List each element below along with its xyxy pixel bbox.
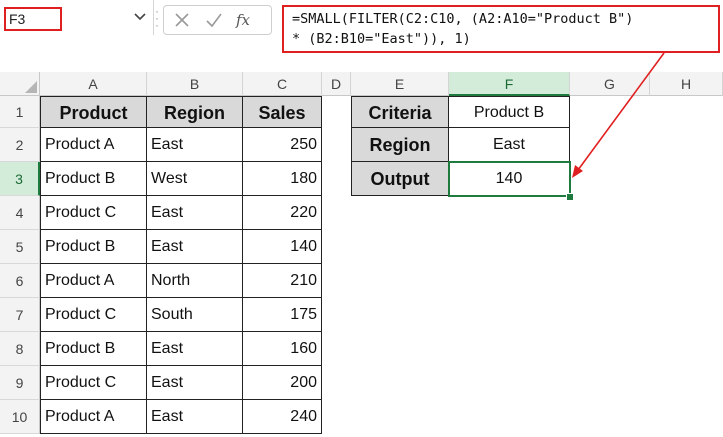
table-cell-product[interactable]: Product A (40, 264, 147, 298)
column-header-e[interactable]: E (351, 72, 449, 96)
name-box[interactable]: F3 (0, 0, 154, 35)
criteria-region-value[interactable]: East (449, 128, 570, 162)
column-header-a[interactable]: A (40, 72, 147, 96)
region-label[interactable]: Region (351, 128, 449, 162)
formula-buttons: fx (163, 5, 272, 35)
column-header-f[interactable]: F (449, 72, 570, 96)
criteria-product-value[interactable]: Product B (449, 96, 570, 128)
row-header-2[interactable]: 2 (0, 128, 40, 162)
table-cell-region[interactable]: East (147, 332, 243, 366)
table-cell-sales[interactable]: 210 (243, 264, 322, 298)
formula-input[interactable]: =SMALL(FILTER(C2:C10, (A2:A10="Product B… (282, 5, 720, 53)
table-cell-product[interactable]: Product C (40, 366, 147, 400)
table-cell-sales[interactable]: 175 (243, 298, 322, 332)
cancel-icon[interactable] (172, 10, 192, 30)
table-cell-region[interactable]: East (147, 400, 243, 434)
column-header-c[interactable]: C (243, 72, 322, 96)
row-header-1[interactable]: 1 (0, 96, 40, 128)
table-cell-sales[interactable]: 240 (243, 400, 322, 434)
table-cell-region[interactable]: East (147, 366, 243, 400)
table-cell-product[interactable]: Product B (40, 162, 147, 196)
table-cell-sales[interactable]: 160 (243, 332, 322, 366)
row-header-7[interactable]: 7 (0, 298, 40, 332)
table-header-region[interactable]: Region (147, 96, 243, 128)
table-cell-sales[interactable]: 200 (243, 366, 322, 400)
formula-text-line-1: =SMALL(FILTER(C2:C10, (A2:A10="Product B… (292, 11, 634, 27)
criteria-label[interactable]: Criteria (351, 96, 449, 128)
column-header-h[interactable]: H (650, 72, 723, 96)
resize-handle[interactable]: · · · (154, 5, 160, 31)
column-header-b[interactable]: B (147, 72, 243, 96)
output-label[interactable]: Output (351, 162, 449, 196)
output-value-cell[interactable]: 140 (449, 162, 570, 196)
table-cell-sales[interactable]: 250 (243, 128, 322, 162)
table-header-sales[interactable]: Sales (243, 96, 322, 128)
chevron-down-icon[interactable] (132, 8, 148, 24)
table-cell-product[interactable]: Product B (40, 230, 147, 264)
row-header-10[interactable]: 10 (0, 400, 40, 434)
row-header-6[interactable]: 6 (0, 264, 40, 298)
table-cell-region[interactable]: South (147, 298, 243, 332)
enter-check-icon[interactable] (204, 10, 224, 30)
formula-text-line-2: * (B2:B10="East")), 1) (292, 31, 471, 47)
row-header-8[interactable]: 8 (0, 332, 40, 366)
fill-handle[interactable] (566, 193, 574, 201)
table-cell-region[interactable]: West (147, 162, 243, 196)
select-all-corner[interactable] (0, 72, 40, 96)
row-header-3[interactable]: 3 (0, 162, 40, 196)
table-cell-product[interactable]: Product B (40, 332, 147, 366)
table-cell-region[interactable]: East (147, 230, 243, 264)
column-header-g[interactable]: G (570, 72, 650, 96)
table-cell-region[interactable]: North (147, 264, 243, 298)
name-box-value[interactable]: F3 (4, 7, 62, 31)
select-all-icon[interactable] (25, 81, 37, 93)
row-header-5[interactable]: 5 (0, 230, 40, 264)
row-header-4[interactable]: 4 (0, 196, 40, 230)
table-cell-region[interactable]: East (147, 128, 243, 162)
table-cell-product[interactable]: Product A (40, 128, 147, 162)
table-cell-product[interactable]: Product A (40, 400, 147, 434)
column-header-d[interactable]: D (322, 72, 351, 96)
table-cell-product[interactable]: Product C (40, 196, 147, 230)
table-cell-sales[interactable]: 180 (243, 162, 322, 196)
table-cell-sales[interactable]: 220 (243, 196, 322, 230)
table-header-product[interactable]: Product (40, 96, 147, 128)
table-cell-sales[interactable]: 140 (243, 230, 322, 264)
row-header-9[interactable]: 9 (0, 366, 40, 400)
insert-function-button[interactable]: fx (236, 10, 264, 30)
table-cell-region[interactable]: East (147, 196, 243, 230)
table-cell-product[interactable]: Product C (40, 298, 147, 332)
